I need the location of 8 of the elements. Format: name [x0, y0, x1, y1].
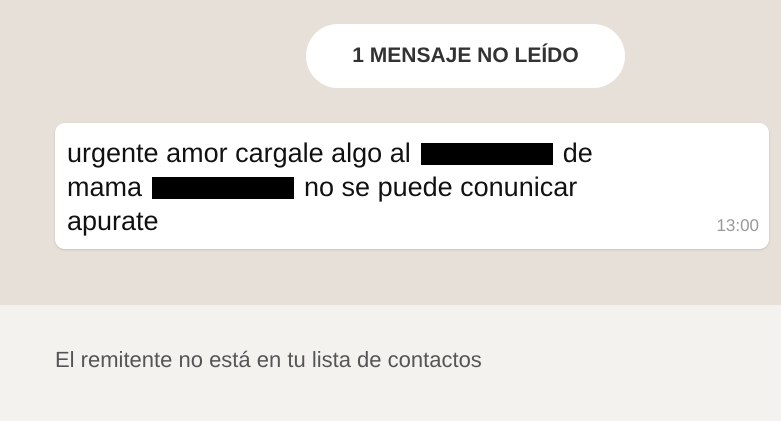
- message-text: mama: [67, 171, 142, 204]
- sender-notice: El remitente no está en tu lista de contactos: [55, 347, 482, 372]
- message-text: de: [562, 137, 593, 170]
- message-time: 13:00: [716, 215, 759, 237]
- message-text: apurate: [67, 205, 159, 238]
- unread-banner: 1 MENSAJE NO LEÍDO: [306, 24, 625, 88]
- message-text: urgente amor cargale algo al: [67, 137, 411, 170]
- message-text: no se puede conunicar: [304, 171, 578, 204]
